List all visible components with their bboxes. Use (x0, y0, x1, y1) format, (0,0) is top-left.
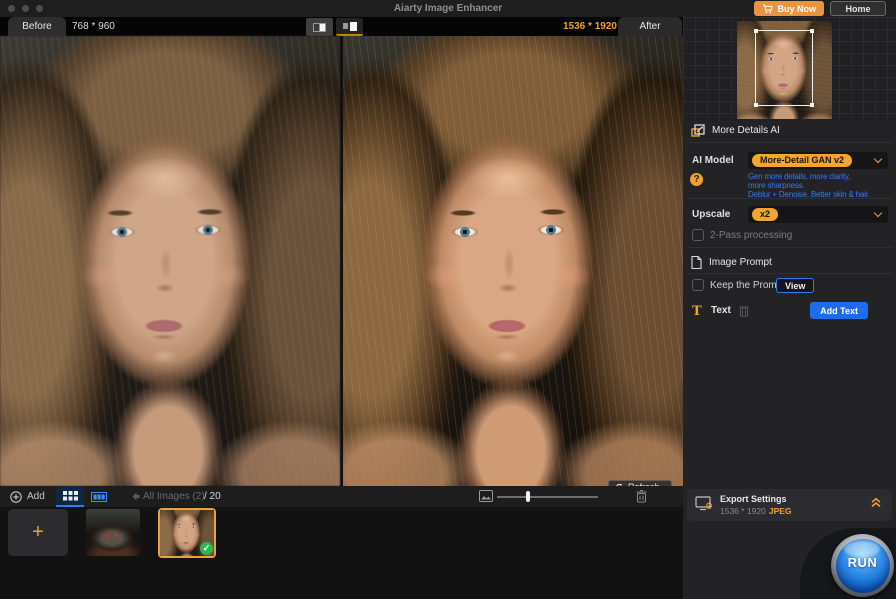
after-image[interactable] (343, 36, 683, 486)
double-chevron-up-icon (870, 497, 882, 508)
upscale-dropdown[interactable]: x2 (748, 206, 888, 223)
after-size-label: 1536 * 1920 (563, 17, 617, 36)
buy-now-button[interactable]: Buy Now (754, 1, 824, 16)
thumbnail-strip: + ✓ (0, 507, 683, 599)
ai-model-label: AI Model (692, 155, 734, 166)
add-text-button[interactable]: Add Text (810, 302, 868, 319)
selected-check-icon: ✓ (200, 542, 213, 555)
more-details-section-header: More Details AI (691, 124, 780, 137)
run-button-area: RUN (800, 528, 896, 599)
divider (687, 273, 892, 274)
view-label: View (785, 281, 805, 291)
run-label: RUN (831, 555, 894, 570)
chevron-down-icon (874, 209, 882, 217)
add-images-label: Add (27, 491, 45, 502)
tab-after[interactable]: After (618, 17, 682, 36)
trash-icon (636, 490, 647, 503)
two-pass-checkbox[interactable] (692, 229, 704, 241)
view-prompt-button[interactable]: View (776, 278, 814, 293)
app-window: Aiarty Image Enhancer Buy Now Home Befor… (0, 0, 896, 599)
enhance-icon (691, 124, 705, 137)
export-size-line: 1536 * 1920JPEG (720, 506, 792, 516)
add-circle-icon (10, 491, 22, 503)
split-view-toggle-button[interactable] (306, 18, 333, 36)
gear-icon: ⚙ (705, 501, 713, 512)
thumbnail-size-icon (479, 490, 493, 502)
document-icon (691, 256, 702, 269)
divider (687, 198, 892, 199)
thumbnail-item-creature[interactable] (86, 509, 140, 556)
trash-icon (739, 305, 749, 317)
text-tool-icon: T (692, 305, 702, 318)
two-pass-label: 2-Pass processing (710, 230, 792, 241)
more-details-title: More Details AI (712, 125, 780, 136)
side-by-side-view-icon (343, 22, 357, 31)
slider-handle[interactable] (526, 491, 530, 502)
chevron-down-icon (874, 155, 882, 163)
delete-image-button[interactable] (636, 490, 647, 503)
titlebar: Aiarty Image Enhancer Buy Now Home (0, 0, 896, 17)
divider (687, 142, 892, 143)
ai-model-value: More-Detail GAN v2 (752, 154, 852, 167)
side-by-side-view-toggle-button[interactable] (336, 18, 363, 36)
collapse-export-button[interactable] (870, 497, 882, 508)
bottom-toolbar: Add All Images (2) / 20 (0, 486, 683, 507)
home-button[interactable]: Home (830, 1, 886, 16)
keep-prompt-label: Keep the Prompt (710, 280, 785, 291)
page-count-label: / 20 (204, 486, 221, 507)
text-row: T Text Add Text (683, 305, 896, 325)
text-label: Text (711, 305, 731, 316)
image-viewer: Refresh 100% (0, 36, 683, 486)
image-prompt-title: Image Prompt (709, 257, 772, 268)
cart-icon (762, 4, 773, 14)
face-selection-box[interactable] (755, 30, 813, 106)
thumbnail-size-slider[interactable] (497, 486, 598, 507)
export-size: 1536 * 1920 (720, 506, 766, 516)
compare-bar: Before 768 * 960 1536 * 1920 After (0, 17, 683, 36)
slider-track (497, 496, 598, 498)
export-format: JPEG (769, 506, 792, 516)
export-settings-card[interactable]: ⚙ Export Settings 1536 * 1920JPEG (687, 489, 892, 521)
upscale-value: x2 (752, 208, 778, 221)
all-images-label[interactable]: All Images (2) (143, 486, 205, 507)
navigator-thumbnail[interactable] (737, 21, 832, 119)
settings-panel: More Details AI AI Model More-Detail GAN… (683, 17, 896, 599)
navigator-preview (683, 17, 896, 121)
run-button[interactable]: RUN (831, 534, 894, 597)
add-image-thumbnail-button[interactable]: + (8, 509, 68, 556)
tab-before[interactable]: Before (8, 17, 66, 36)
divider (687, 247, 892, 248)
previous-page-icon[interactable] (131, 492, 140, 501)
home-label: Home (845, 4, 870, 14)
before-image[interactable] (0, 36, 340, 486)
buy-now-label: Buy Now (777, 4, 816, 14)
before-size-label: 768 * 960 (72, 17, 115, 36)
image-prompt-section-header: Image Prompt (691, 256, 772, 269)
grid-view-icon (63, 491, 78, 501)
list-view-button[interactable] (86, 486, 112, 507)
plus-icon: + (32, 521, 44, 543)
thumbnail-item-portrait-selected[interactable]: ✓ (158, 508, 216, 558)
ai-model-dropdown[interactable]: More-Detail GAN v2 (748, 152, 888, 169)
list-view-icon (91, 492, 107, 502)
delete-text-button[interactable] (739, 305, 749, 317)
add-images-button[interactable]: Add (10, 486, 45, 507)
help-icon[interactable]: ? (690, 173, 703, 186)
upscale-label: Upscale (692, 209, 730, 220)
keep-prompt-checkbox[interactable] (692, 279, 704, 291)
grid-view-button[interactable] (56, 486, 84, 507)
add-text-label: Add Text (820, 306, 858, 316)
export-settings-title: Export Settings (720, 494, 787, 504)
split-view-icon (313, 23, 326, 32)
